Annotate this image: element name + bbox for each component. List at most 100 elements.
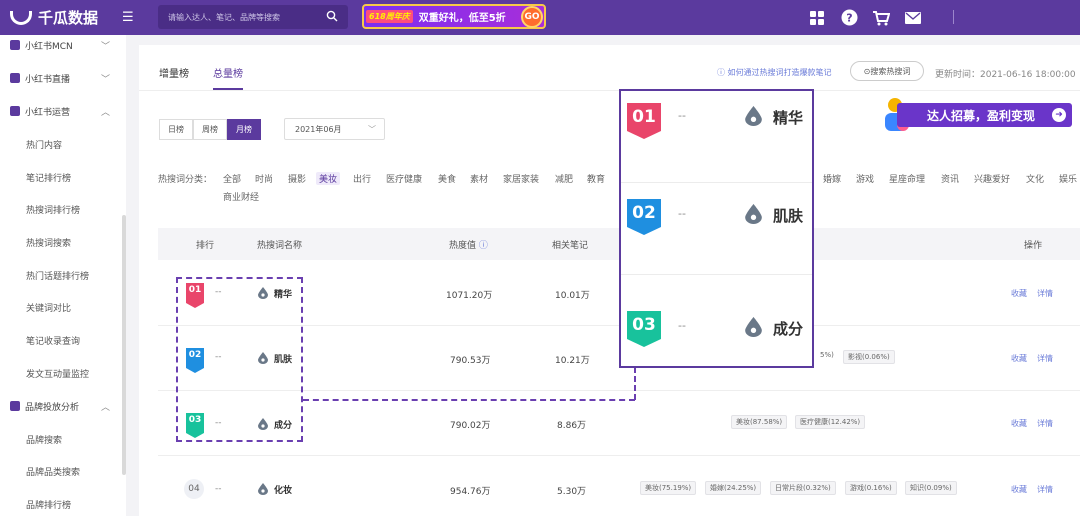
tab-increment[interactable]: 增量榜	[159, 65, 189, 90]
category-travel[interactable]: 出行	[353, 172, 371, 185]
detail-link[interactable]: 详情	[1037, 418, 1053, 429]
menu-toggle-icon[interactable]: ☰	[122, 10, 134, 25]
global-search	[158, 5, 348, 29]
category-game[interactable]: 游戏	[856, 172, 874, 185]
help-link[interactable]: ⓘ 如何通过热搜词打造爆款笔记	[717, 67, 832, 78]
category-news[interactable]: 资讯	[941, 172, 959, 185]
hot-search-button-label: 搜索热搜词	[870, 66, 911, 76]
chevron-down-icon: ﹀	[100, 41, 110, 52]
category-health[interactable]: 医疗健康	[386, 172, 422, 185]
zoom-row: 02 -- 肌肤	[621, 183, 812, 275]
info-icon[interactable]: ⓘ	[479, 241, 488, 251]
header-ops: 操作	[1024, 241, 1043, 251]
category-material[interactable]: 素材	[470, 172, 488, 185]
sidebar: 小红书MCN ﹀ 小红书直播 ﹀ 小红书运营 ︿ 热门内容 笔记排行榜 热搜词排…	[0, 35, 126, 516]
category-fashion[interactable]: 时尚	[255, 172, 273, 185]
category-hobby[interactable]: 兴趣爱好	[974, 172, 1010, 185]
apps-grid-icon[interactable]	[808, 9, 826, 26]
recruit-text: 达人招募，盈利变现	[927, 108, 1036, 123]
category-diet[interactable]: 减肥	[555, 172, 573, 185]
category-all[interactable]: 全部	[223, 172, 241, 185]
sidebar-sub-interaction-monitor[interactable]: 发文互动量监控	[26, 367, 89, 380]
sidebar-sub-brand-rank[interactable]: 品牌排行榜	[26, 498, 71, 511]
sidebar-sub-hot-search-rank[interactable]: 热搜词排行榜	[26, 203, 80, 216]
row-divider	[158, 455, 1080, 456]
category-entertainment[interactable]: 娱乐	[1059, 172, 1077, 185]
keyword[interactable]: 化妆	[274, 483, 292, 496]
category-tag: 知识(0.09%)	[905, 481, 957, 495]
rank-badge-tail	[627, 131, 661, 139]
rank-tabs: 增量榜 总量榜	[159, 65, 243, 90]
rank-badge: 01	[627, 103, 661, 131]
favorite-link[interactable]: 收藏	[1011, 353, 1027, 364]
header-keyword: 热搜词名称	[257, 241, 303, 251]
notes-count: 10.01万	[555, 291, 590, 301]
search-input[interactable]	[168, 12, 318, 22]
sidebar-item-label: 品牌投放分析	[25, 402, 80, 413]
category-photo[interactable]: 摄影	[288, 172, 306, 185]
help-link-text: 如何通过热搜词打造爆款笔记	[727, 68, 832, 77]
recruit-bar[interactable]: 达人招募，盈利变现 ➜	[897, 103, 1072, 127]
sidebar-sub-hot-search[interactable]: 热搜词搜索	[26, 236, 71, 249]
cart-icon[interactable]	[872, 9, 890, 26]
droplet-icon	[258, 483, 268, 495]
month-select-value: 2021年06月	[295, 124, 342, 134]
promo-banner[interactable]: 618周年庆 双重好礼，低至5折 GO	[362, 4, 546, 29]
category-astrology[interactable]: 星座命理	[889, 172, 925, 185]
sidebar-sub-note-rank[interactable]: 笔记排行榜	[26, 171, 71, 184]
sidebar-item-live[interactable]: 小红书直播 ﹀	[0, 68, 126, 88]
heat-value: 790.02万	[450, 421, 491, 431]
keyword: 肌肤	[773, 207, 804, 225]
sidebar-sub-topic-rank[interactable]: 热门话题排行榜	[26, 269, 89, 282]
search-icon[interactable]	[326, 10, 338, 22]
sidebar-scrollbar[interactable]	[122, 215, 126, 475]
category-food[interactable]: 美食	[438, 172, 456, 185]
promo-text: 双重好礼，低至5折	[418, 13, 506, 24]
detail-link[interactable]: 详情	[1037, 288, 1053, 299]
keyword: 成分	[773, 320, 804, 338]
brand-logo[interactable]: 千瓜数据	[10, 7, 98, 28]
recruit-banner[interactable]: 达人招募，盈利变现 ➜	[881, 95, 1074, 135]
promo-go-button[interactable]: GO	[521, 6, 543, 28]
detail-link[interactable]: 详情	[1037, 353, 1053, 364]
sidebar-sub-hot-content[interactable]: 热门内容	[26, 138, 62, 151]
highlight-box	[176, 277, 303, 442]
tab-total[interactable]: 总量榜	[213, 65, 243, 90]
sidebar-item-operation[interactable]: 小红书运营 ︿	[0, 101, 126, 121]
detail-link[interactable]: 详情	[1037, 484, 1053, 495]
period-week-button[interactable]: 周榜	[193, 119, 227, 140]
sidebar-sub-brand-category[interactable]: 品牌品类搜索	[26, 465, 80, 478]
period-month-button[interactable]: 月榜	[227, 119, 261, 140]
rank-change: --	[678, 207, 686, 220]
rank-change: --	[215, 484, 222, 494]
hot-search-button[interactable]: ⊙ 搜索热搜词	[850, 61, 924, 81]
mail-icon[interactable]	[904, 9, 922, 26]
period-switch: 日榜 周榜 月榜	[159, 119, 261, 140]
header-heat-label: 热度值	[449, 241, 477, 251]
help-icon[interactable]: ?	[840, 9, 858, 26]
category-beauty[interactable]: 美妆	[316, 172, 341, 185]
category-culture[interactable]: 文化	[1026, 172, 1044, 185]
sidebar-item-mcn[interactable]: 小红书MCN ﹀	[0, 35, 126, 55]
sidebar-item-brand-analysis[interactable]: 品牌投放分析 ︿	[0, 396, 126, 416]
category-business[interactable]: 商业财经	[223, 190, 259, 203]
sidebar-sub-keyword-compare[interactable]: 关键词对比	[26, 301, 71, 314]
logo-icon	[10, 10, 32, 25]
favorite-link[interactable]: 收藏	[1011, 484, 1027, 495]
favorite-link[interactable]: 收藏	[1011, 418, 1027, 429]
category-home[interactable]: 家居家装	[503, 172, 539, 185]
sidebar-sub-brand-search[interactable]: 品牌搜索	[26, 433, 62, 446]
sidebar-sub-note-index[interactable]: 笔记收录查询	[26, 334, 80, 347]
category-wedding[interactable]: 婚嫁	[823, 172, 841, 185]
header-rank: 排行	[196, 241, 215, 251]
chevron-up-icon: ︿	[100, 107, 110, 118]
rank-badge: 02	[627, 199, 661, 227]
favorite-link[interactable]: 收藏	[1011, 288, 1027, 299]
top-divider	[953, 10, 954, 24]
month-select[interactable]: 2021年06月 ﹀	[284, 118, 385, 140]
rank-badge-tail	[627, 339, 661, 347]
chevron-up-icon: ︿	[100, 402, 110, 413]
period-day-button[interactable]: 日榜	[159, 119, 193, 140]
zoom-row: 01 -- 精华	[621, 91, 812, 183]
category-education[interactable]: 教育	[587, 172, 605, 185]
